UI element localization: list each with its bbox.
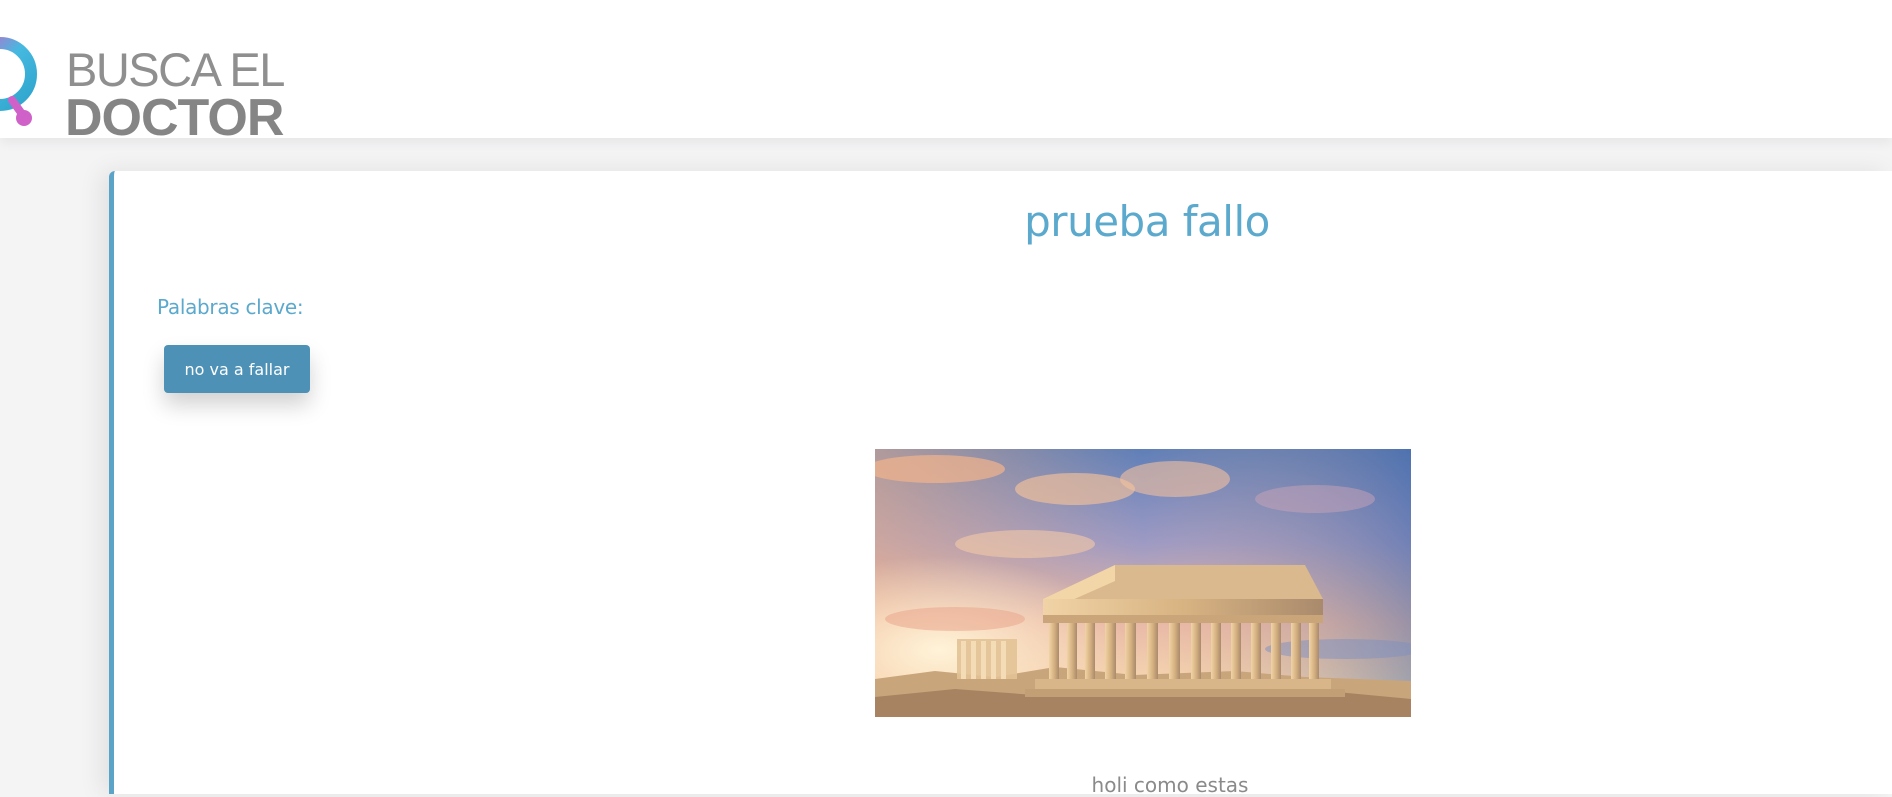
keywords-label: Palabras clave:: [157, 295, 304, 319]
keyword-tag-button[interactable]: no va a fallar: [164, 345, 310, 393]
article-card: prueba fallo Palabras clave: no va a fal…: [109, 171, 1892, 797]
parthenon-photo: [875, 449, 1411, 717]
logo-text-line2: DOCTOR: [65, 89, 284, 147]
page-title: prueba fallo: [1024, 197, 1270, 246]
image-caption: holi como estas: [1091, 773, 1249, 797]
magnifier-logo-icon: [0, 37, 37, 126]
site-logo[interactable]: BUSCA EL DOCTOR: [0, 26, 300, 144]
logo-text-line1: BUSCA EL: [66, 43, 285, 96]
site-header: BUSCA EL DOCTOR: [0, 0, 1892, 144]
article-image: [875, 449, 1411, 717]
